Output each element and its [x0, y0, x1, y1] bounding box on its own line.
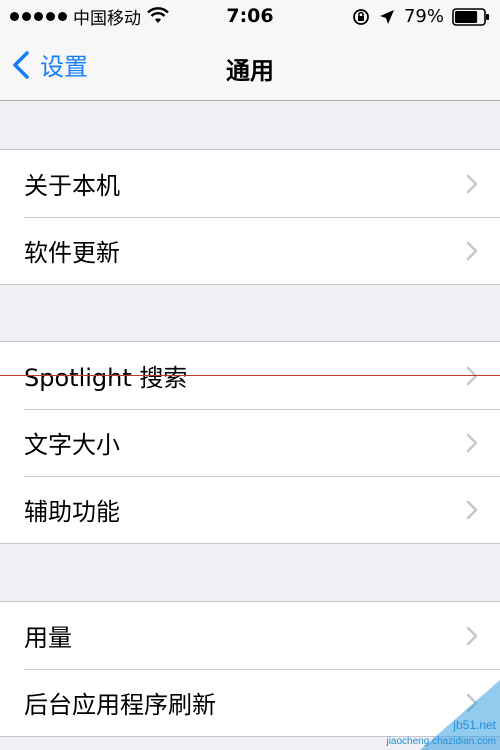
chevron-right-icon: [466, 626, 478, 646]
row-label: 关于本机: [24, 172, 120, 200]
watermark-sub: jiaocheng.chazidian.com: [386, 736, 496, 747]
chevron-right-icon: [466, 241, 478, 261]
chevron-right-icon: [466, 433, 478, 453]
watermark: jb51.net jiaocheng.chazidian.com: [360, 680, 500, 750]
settings-group-1: 关于本机 软件更新: [0, 149, 500, 285]
row-label: 用量: [24, 624, 72, 652]
row-label: 后台应用程序刷新: [24, 691, 216, 719]
page-title: 通用: [226, 57, 274, 85]
annotation-line: [0, 375, 500, 376]
watermark-text: jb51.net: [453, 718, 496, 732]
navigation-bar: 设置 通用: [0, 33, 500, 101]
chevron-right-icon: [466, 174, 478, 194]
row-label: 辅助功能: [24, 498, 120, 526]
row-label: 文字大小: [24, 431, 120, 459]
settings-row-usage[interactable]: 用量: [0, 602, 500, 669]
settings-row-about[interactable]: 关于本机: [0, 150, 500, 217]
rotation-lock-icon: [353, 8, 369, 25]
chevron-right-icon: [466, 500, 478, 520]
status-right: 79%: [352, 6, 490, 27]
settings-group-2: Spotlight 搜索 文字大小 辅助功能: [0, 341, 500, 544]
chevron-right-icon: [466, 366, 478, 386]
row-label: 软件更新: [24, 239, 120, 267]
battery-percent: 79%: [403, 6, 444, 27]
settings-row-text-size[interactable]: 文字大小: [0, 409, 500, 476]
settings-row-software-update[interactable]: 软件更新: [0, 217, 500, 284]
settings-row-accessibility[interactable]: 辅助功能: [0, 476, 500, 543]
location-icon: [379, 9, 394, 24]
battery-icon: [452, 7, 489, 26]
settings-general-screen: 中国移动 7:06 79% 设置 通用 关于本机 软件更新 Spotlight …: [0, 0, 500, 750]
status-bar: 中国移动 7:06 79%: [0, 0, 500, 33]
